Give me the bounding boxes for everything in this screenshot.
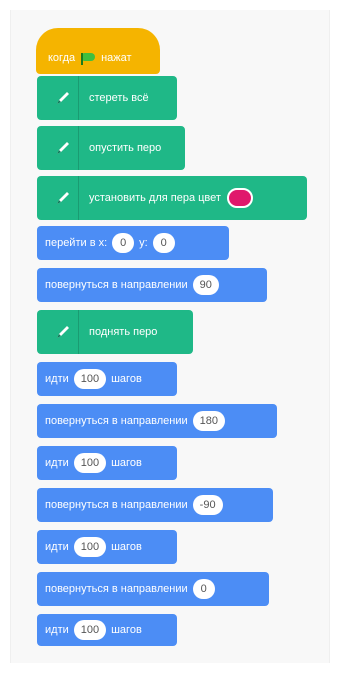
y-label: y: [139,237,148,249]
go-to-label: перейти в x: [45,237,108,249]
y-input[interactable]: 0 [152,233,175,253]
point-direction-label: повернуться в направлении [45,499,188,511]
go-to-xy-block[interactable]: перейти в x: 0 y: 0 [37,226,229,260]
set-pen-color-block[interactable]: установить для пера цвет [37,176,307,220]
move-steps-block[interactable]: идти 100 шагов [37,362,177,396]
pen-down-block[interactable]: опустить перо [37,126,185,170]
move-label: идти [45,624,69,636]
green-flag-icon [80,53,96,65]
point-direction-block[interactable]: повернуться в направлении 90 [37,268,267,302]
x-input[interactable]: 0 [112,233,135,253]
steps-input[interactable]: 100 [73,453,107,473]
erase-all-block[interactable]: стереть всё [37,76,177,120]
steps-input[interactable]: 100 [73,369,107,389]
pen-extension-icon [47,176,79,220]
steps-label: шагов [111,624,142,636]
move-label: идти [45,373,69,385]
point-direction-block[interactable]: повернуться в направлении -90 [37,488,273,522]
move-label: идти [45,541,69,553]
move-steps-block[interactable]: идти 100 шагов [37,614,177,646]
direction-input[interactable]: 90 [192,275,219,295]
steps-label: шагов [111,373,142,385]
steps-label: шагов [111,541,142,553]
direction-input[interactable]: -90 [192,495,223,515]
steps-label: шагов [111,457,142,469]
pen-extension-icon [47,76,79,120]
pen-up-label: поднять перо [89,326,158,338]
move-steps-block[interactable]: идти 100 шагов [37,530,177,564]
hat-label-pre: когда [48,52,76,64]
direction-input[interactable]: 0 [192,579,215,599]
when-flag-clicked-block[interactable]: когда нажат [36,28,160,74]
pen-down-label: опустить перо [89,142,162,154]
steps-input[interactable]: 100 [73,620,107,640]
point-direction-block[interactable]: повернуться в направлении 0 [37,572,269,606]
point-direction-block[interactable]: повернуться в направлении 180 [37,404,277,438]
erase-all-label: стереть всё [89,92,149,104]
set-pen-color-label: установить для пера цвет [89,192,221,204]
pen-extension-icon [47,126,79,170]
move-steps-block[interactable]: идти 100 шагов [37,446,177,480]
pen-extension-icon [47,310,79,354]
direction-input[interactable]: 180 [192,411,226,431]
point-direction-label: повернуться в направлении [45,279,188,291]
hat-label-post: нажат [101,52,132,64]
move-label: идти [45,457,69,469]
pen-up-block[interactable]: поднять перо [37,310,193,354]
point-direction-label: повернуться в направлении [45,415,188,427]
point-direction-label: повернуться в направлении [45,583,188,595]
pen-color-swatch[interactable] [226,188,253,208]
steps-input[interactable]: 100 [73,537,107,557]
